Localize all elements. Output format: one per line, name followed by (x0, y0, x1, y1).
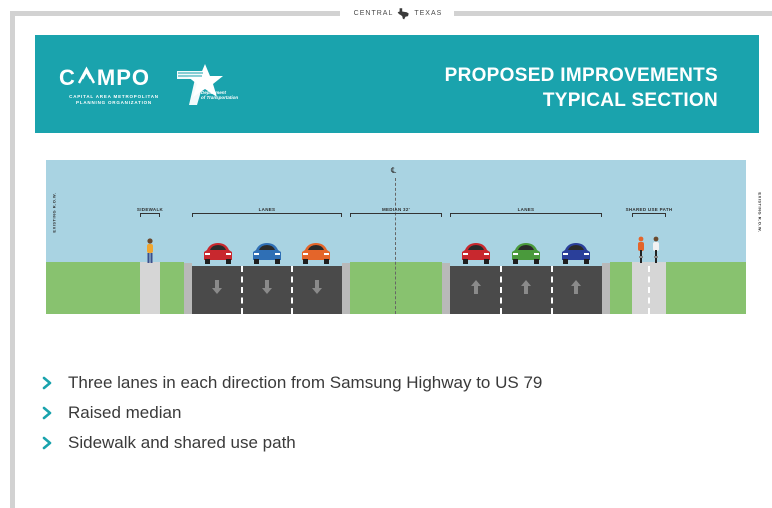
bullet-list: Three lanes in each direction from Samsu… (40, 368, 542, 458)
arrow-down-icon (212, 280, 222, 294)
lanes-right-bracket (450, 213, 602, 217)
car-navy-icon (562, 243, 590, 264)
car-blue-icon (253, 243, 281, 264)
page-title-line2: TYPICAL SECTION (542, 90, 718, 111)
grass-buffer-right (610, 262, 632, 314)
central-texas-brand: CENTRAL TEXAS (346, 6, 450, 20)
curb-right-inner (442, 263, 450, 314)
car-red-icon (204, 243, 232, 264)
median (350, 262, 442, 314)
arrow-down-icon (262, 280, 272, 294)
campo-wordmark: C MPO (59, 66, 169, 89)
car-orange-icon (302, 243, 330, 264)
curb-right-outer (602, 263, 610, 314)
typical-section-diagram: ℄ EXISTING R.O.W. EXISTING R.O.W. SIDEWA… (46, 160, 763, 314)
frame-top-left (10, 11, 340, 16)
centerline (395, 178, 396, 314)
centerline-symbol: ℄ (391, 166, 397, 175)
median-label: MEDIAN 32' (381, 207, 411, 212)
txdot-name: Texas Department of Transportation (201, 85, 238, 100)
texas-shape-icon (398, 7, 410, 19)
curb-left-outer (184, 263, 192, 314)
arrow-up-icon (471, 280, 481, 294)
lanes-left-label: LANES (258, 207, 276, 212)
lane-line (551, 266, 553, 314)
grass-left (46, 262, 140, 314)
cyclist-icon (638, 236, 644, 263)
list-item: Three lanes in each direction from Samsu… (40, 368, 542, 398)
brand-right-text: TEXAS (414, 9, 443, 17)
lane-line (500, 266, 502, 314)
campo-letters: C MPO (59, 65, 151, 90)
arrow-up-icon (571, 280, 581, 294)
grass-right (666, 262, 746, 314)
campo-subtitle-line2: PLANNING ORGANIZATION (76, 100, 152, 105)
brand-left-text: CENTRAL (353, 9, 394, 17)
chevron-right-icon (42, 436, 52, 450)
campo-subtitle: CAPITAL AREA METROPOLITAN PLANNING ORGAN… (59, 94, 169, 106)
median-bracket (350, 213, 442, 217)
txdot-line3: of Transportation (201, 95, 239, 100)
grass-buffer-left (160, 262, 184, 314)
car-red-icon (462, 243, 490, 264)
lane-line (241, 266, 243, 314)
arrow-up-icon (521, 280, 531, 294)
bullet-text: Raised median (68, 403, 182, 422)
sidewalk-bracket (140, 213, 160, 217)
sidewalk (140, 262, 160, 314)
list-item: Raised median (40, 398, 542, 428)
bullet-text: Sidewalk and shared use path (68, 433, 296, 452)
cyclist-icon (653, 236, 659, 263)
arrow-down-icon (312, 280, 322, 294)
campo-logo: C MPO CAPITAL AREA METROPOLITAN PLANNING … (59, 66, 169, 106)
frame-top-right (454, 11, 772, 16)
lanes-right-label: LANES (517, 207, 535, 212)
title-banner: C MPO CAPITAL AREA METROPOLITAN PLANNING … (35, 35, 759, 133)
path-centerline (648, 266, 650, 314)
chevron-right-icon (42, 376, 52, 390)
lanes-left-bracket (192, 213, 342, 217)
row-label-left: EXISTING R.O.W. (51, 192, 57, 233)
shared-use-path-label: SHARED USE PATH (625, 207, 673, 212)
campo-a-icon (77, 66, 96, 85)
list-item: Sidewalk and shared use path (40, 428, 542, 458)
sidewalk-label: SIDEWALK (136, 207, 164, 212)
frame-left (10, 11, 15, 508)
bullet-text: Three lanes in each direction from Samsu… (68, 373, 543, 392)
shared-use-path-bracket (632, 213, 666, 217)
row-label-right: EXISTING R.O.W. (757, 192, 763, 233)
lane-line (291, 266, 293, 314)
page-title: PROPOSED IMPROVEMENTS TYPICAL SECTION (445, 63, 718, 113)
chevron-right-icon (42, 406, 52, 420)
curb-left-inner (342, 263, 350, 314)
car-green-icon (512, 243, 540, 264)
page-title-line1: PROPOSED IMPROVEMENTS (444, 65, 718, 86)
pedestrian-icon (147, 238, 153, 263)
